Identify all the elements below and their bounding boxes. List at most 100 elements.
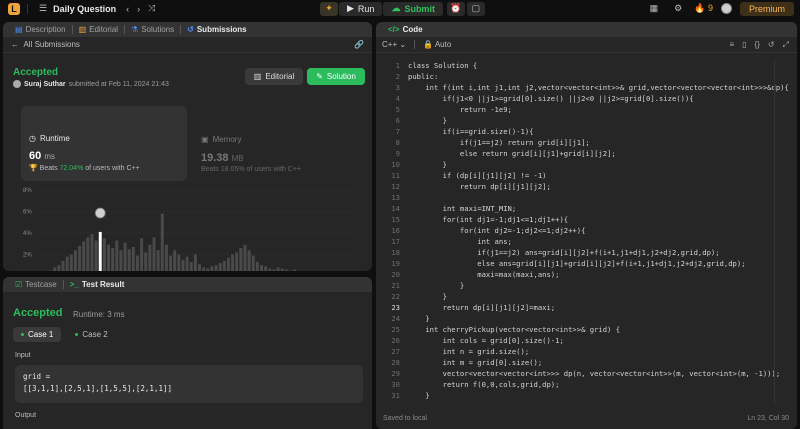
code-line[interactable]: 29 vector<vector<vector<int>>> dp(n, vec…: [376, 368, 791, 379]
chart-bar[interactable]: [69, 254, 73, 272]
chart-bar[interactable]: [140, 238, 144, 271]
premium-button[interactable]: Premium: [739, 1, 794, 16]
code-line[interactable]: 31 }: [376, 390, 791, 401]
chart-bar[interactable]: [214, 265, 218, 271]
chart-bar[interactable]: [152, 237, 156, 271]
chart-bar[interactable]: [90, 234, 94, 271]
chart-bar[interactable]: [102, 238, 106, 271]
code-line[interactable]: 15 for(int dj1=-1;dj1<=1;dj1++){: [376, 214, 791, 225]
tab-editorial[interactable]: ▥ Editorial: [73, 22, 124, 37]
chart-bar[interactable]: [127, 249, 131, 271]
code-line[interactable]: 8 if(j1==j2) return grid[i][j1];: [376, 137, 791, 148]
code-line[interactable]: 18 if(j1==j2) ans=grid[i][j2]+f(i+1,j1+d…: [376, 247, 791, 258]
chart-bar[interactable]: [239, 248, 243, 271]
code-line[interactable]: 3 int f(int i,int j1,int j2,vector<vecto…: [376, 82, 791, 93]
post-solution-button[interactable]: ✎ Solution: [307, 68, 365, 85]
chart-bar[interactable]: [185, 256, 189, 271]
code-line[interactable]: 22 }: [376, 291, 791, 302]
chart-bar[interactable]: [86, 237, 90, 271]
run-button[interactable]: ▶ Run: [339, 1, 383, 16]
code-line[interactable]: 13: [376, 192, 791, 203]
chart-bar[interactable]: [251, 255, 255, 271]
code-line[interactable]: 27 int n = grid.size();: [376, 346, 791, 357]
code-editor[interactable]: 1 class Solution {2 public: 3 int f(int i,i…: [376, 60, 797, 404]
code-line[interactable]: 4 if(j1<0 ||j1>=grid[0].size() ||j2<0 ||…: [376, 93, 791, 104]
bookmark-icon[interactable]: ▯: [742, 40, 746, 50]
code-line[interactable]: 24 }: [376, 313, 791, 324]
layout-icon[interactable]: ▦: [650, 3, 659, 14]
back-to-submissions[interactable]: ← All Submissions 🔗: [3, 37, 372, 53]
prev-problem-icon[interactable]: ‹: [126, 4, 129, 14]
chart-bar[interactable]: [82, 241, 86, 271]
settings-gear-icon[interactable]: ⚙: [674, 3, 682, 14]
case-tab-2[interactable]: Case 2: [67, 327, 115, 342]
braces-icon[interactable]: {}: [755, 40, 760, 50]
chart-bar[interactable]: [255, 262, 259, 271]
chart-bar[interactable]: [293, 269, 297, 271]
chart-bar[interactable]: [264, 266, 268, 271]
chart-bar[interactable]: [247, 250, 251, 271]
code-line[interactable]: 11 if (dp[i][j1][j2] != -1): [376, 170, 791, 181]
chart-bar[interactable]: [94, 240, 98, 271]
code-line[interactable]: 10 }: [376, 159, 791, 170]
chart-bar[interactable]: [235, 252, 239, 271]
code-line[interactable]: 1 class Solution {: [376, 60, 791, 71]
fullscreen-icon[interactable]: ⤢: [783, 40, 789, 50]
problem-list-icon[interactable]: ☰: [39, 3, 47, 14]
chart-bar[interactable]: [61, 260, 65, 271]
chart-bar[interactable]: [144, 252, 148, 271]
code-line[interactable]: 23 return dp[i][j1][j2]=maxi;: [376, 302, 791, 313]
submitter-name[interactable]: Suraj Suthar: [24, 81, 66, 88]
chart-bar[interactable]: [173, 250, 177, 271]
code-line[interactable]: 9 else return grid[i][j1]+grid[i][j2];: [376, 148, 791, 159]
chart-bar[interactable]: [189, 262, 193, 271]
chart-bar[interactable]: [111, 248, 115, 271]
case-tab-1[interactable]: Case 1: [13, 327, 62, 342]
chart-bar[interactable]: [260, 265, 264, 271]
code-line[interactable]: 2 public:: [376, 71, 791, 82]
code-line[interactable]: 21 }: [376, 280, 791, 291]
link-icon[interactable]: 🔗: [354, 40, 364, 49]
tab-solutions[interactable]: ⚗ Solutions: [125, 22, 180, 37]
chart-bar[interactable]: [107, 244, 111, 271]
chart-bar[interactable]: [115, 240, 119, 271]
chart-bar[interactable]: [135, 255, 139, 271]
chart-bar[interactable]: [206, 268, 210, 271]
code-line[interactable]: 28 int m = grid[0].size();: [376, 357, 791, 368]
chart-bar[interactable]: [78, 245, 82, 271]
chart-bar[interactable]: [193, 254, 197, 272]
editor-scroll-track[interactable]: [774, 60, 775, 404]
chart-bar[interactable]: [198, 264, 201, 271]
code-line[interactable]: 30 return f(0,0,cols,grid,dp);: [376, 379, 791, 390]
problem-list-title[interactable]: Daily Question: [53, 4, 116, 14]
chart-bar[interactable]: [181, 259, 185, 271]
chart-bar[interactable]: [202, 267, 206, 271]
editorial-button[interactable]: ▥ Editorial: [245, 68, 303, 85]
code-line[interactable]: 20 maxi=max(maxi,ans);: [376, 269, 791, 280]
chart-bar[interactable]: [231, 254, 235, 272]
auto-mode-toggle[interactable]: 🔒 Auto: [423, 40, 451, 49]
tab-testcase[interactable]: ☑ Testcase: [9, 277, 63, 292]
chart-bar[interactable]: [284, 269, 288, 271]
code-line[interactable]: 19 else ans=grid[i][j1]+grid[i][j2]+f(i+…: [376, 258, 791, 269]
tab-test-result[interactable]: >_ Test Result: [64, 277, 131, 292]
chart-bar[interactable]: [268, 268, 272, 271]
chart-bar[interactable]: [160, 213, 164, 271]
reset-icon[interactable]: ↺: [768, 40, 775, 50]
chart-bar[interactable]: [272, 269, 276, 271]
chart-bar[interactable]: [156, 250, 160, 271]
code-line[interactable]: 7 if(i==grid.size()-1){: [376, 126, 791, 137]
chart-bar-current[interactable]: [98, 231, 102, 271]
code-line[interactable]: 14 int maxi=INT_MIN;: [376, 203, 791, 214]
leetcode-logo-icon[interactable]: L: [8, 2, 20, 15]
chart-bar[interactable]: [164, 244, 168, 271]
chart-bar[interactable]: [280, 268, 284, 271]
memory-label-row[interactable]: ▣ Memory: [201, 135, 241, 144]
tab-submissions[interactable]: ↺ Submissions: [181, 22, 253, 37]
code-line[interactable]: 25 int cherryPickup(vector<vector<int>>&…: [376, 324, 791, 335]
streak-counter[interactable]: 🔥 9: [694, 3, 713, 14]
chart-bar[interactable]: [73, 250, 77, 271]
chart-bar[interactable]: [210, 266, 214, 271]
chart-bar[interactable]: [222, 260, 226, 271]
code-line[interactable]: 12 return dp[i][j1][j2];: [376, 181, 791, 192]
